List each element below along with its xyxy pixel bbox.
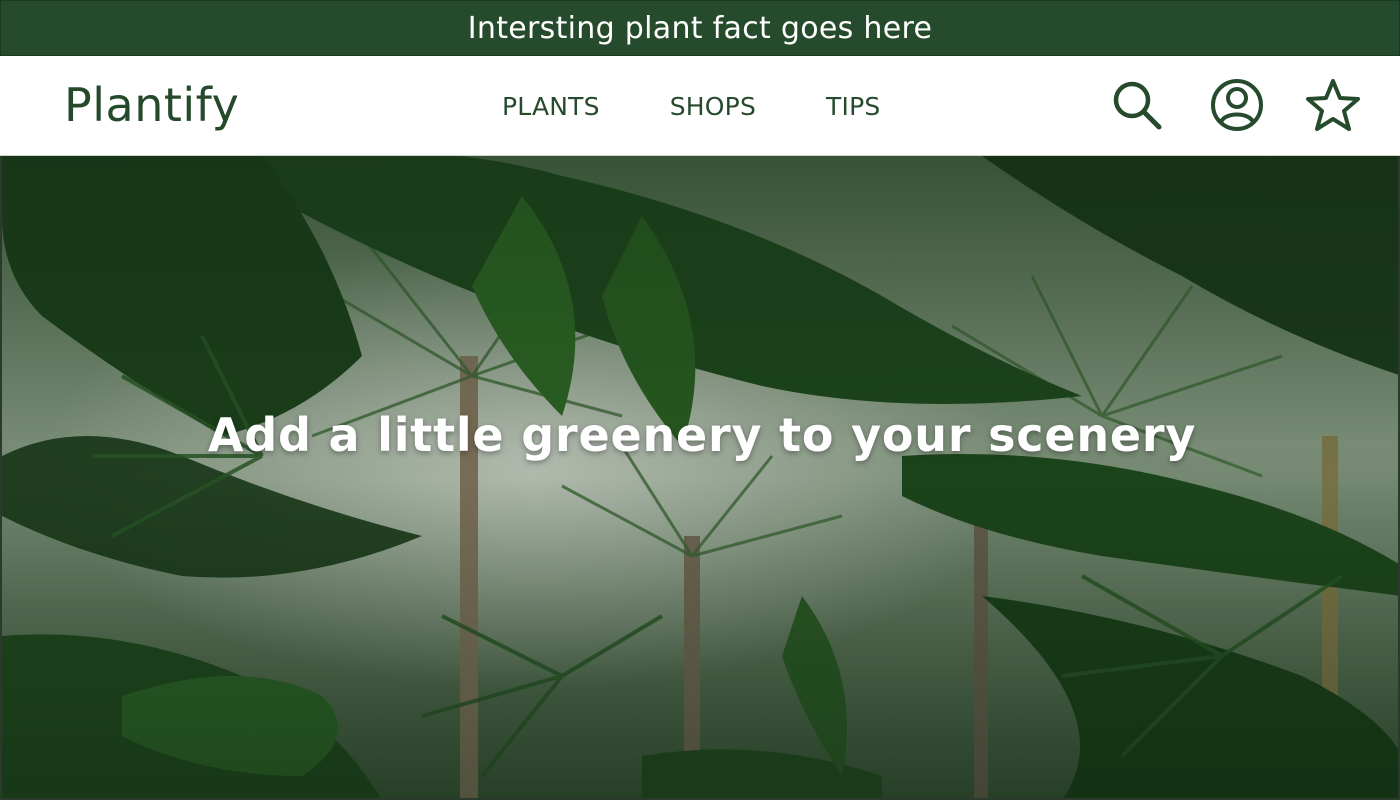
announcement-bar: Intersting plant fact goes here xyxy=(0,0,1400,56)
account-button[interactable] xyxy=(1206,74,1268,136)
nav-item-shops[interactable]: SHOPS xyxy=(670,92,756,121)
favorites-button[interactable] xyxy=(1302,74,1364,136)
announcement-text: Intersting plant fact goes here xyxy=(467,10,933,46)
site-header: Plantify PLANTS SHOPS TIPS xyxy=(0,56,1400,156)
main-nav: PLANTS SHOPS TIPS xyxy=(502,92,880,121)
star-icon xyxy=(1306,79,1360,131)
hero-banner: Add a little greenery to your scenery xyxy=(0,156,1400,800)
site-logo[interactable]: Plantify xyxy=(64,78,239,132)
account-icon xyxy=(1211,79,1263,131)
hero-title: Add a little greenery to your scenery xyxy=(207,408,1197,462)
nav-item-plants[interactable]: PLANTS xyxy=(502,92,600,121)
hero-foliage-image xyxy=(2,156,1398,798)
search-icon xyxy=(1113,81,1162,130)
nav-item-tips[interactable]: TIPS xyxy=(826,92,880,121)
search-button[interactable] xyxy=(1106,74,1168,136)
